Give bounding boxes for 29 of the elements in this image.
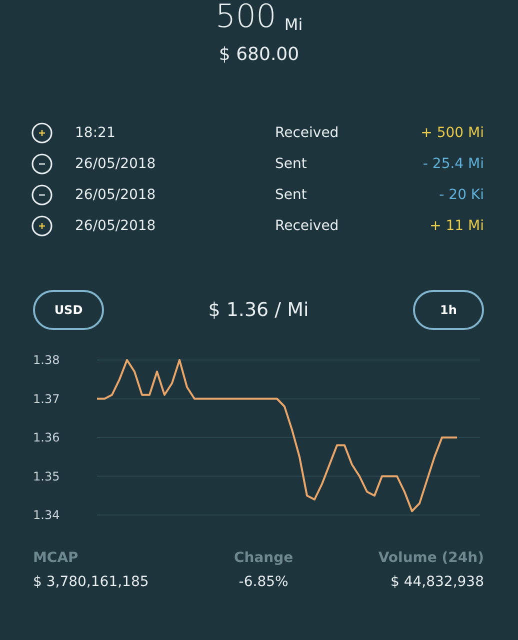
transaction-time: 26/05/2018 — [75, 186, 157, 202]
transaction-type: Sent — [275, 186, 308, 202]
transaction-amount: - 25.4 Mi — [422, 156, 484, 172]
transaction-time: 18:21 — [75, 124, 116, 140]
stat-label: Volume (24h) — [378, 550, 484, 566]
stat-value: -6.85% — [238, 574, 288, 590]
y-axis-label: 1.34 — [33, 508, 60, 522]
transaction-amount: + 500 Mi — [420, 124, 484, 140]
y-axis-label: 1.37 — [33, 392, 60, 406]
stat-label: Change — [234, 550, 294, 566]
transaction-amount: + 11 Mi — [430, 218, 484, 234]
balance-amount: 500 — [215, 0, 276, 34]
interval-button[interactable]: 1h — [413, 290, 484, 330]
stat-value: $ 44,832,938 — [390, 574, 484, 590]
transaction-type: Received — [275, 124, 340, 140]
transaction-time: 26/05/2018 — [75, 218, 157, 234]
fiat-value: $ 680.00 — [218, 44, 300, 65]
stat-label: MCAP — [33, 550, 80, 566]
balance-unit: Mi — [284, 14, 303, 34]
transaction-amount: - 20 Ki — [439, 186, 484, 202]
currency-button[interactable]: USD — [33, 290, 104, 330]
y-axis-label: 1.36 — [33, 430, 60, 444]
y-axis-label: 1.35 — [33, 469, 60, 484]
y-axis-label: 1.38 — [33, 353, 60, 367]
transaction-type: Sent — [275, 156, 308, 172]
stat-value: $ 3,780,161,185 — [33, 574, 149, 590]
transaction-type: Received — [275, 218, 340, 234]
price-per-unit: $ 1.36 / Mi — [208, 299, 309, 321]
transaction-time: 26/05/2018 — [75, 156, 157, 172]
